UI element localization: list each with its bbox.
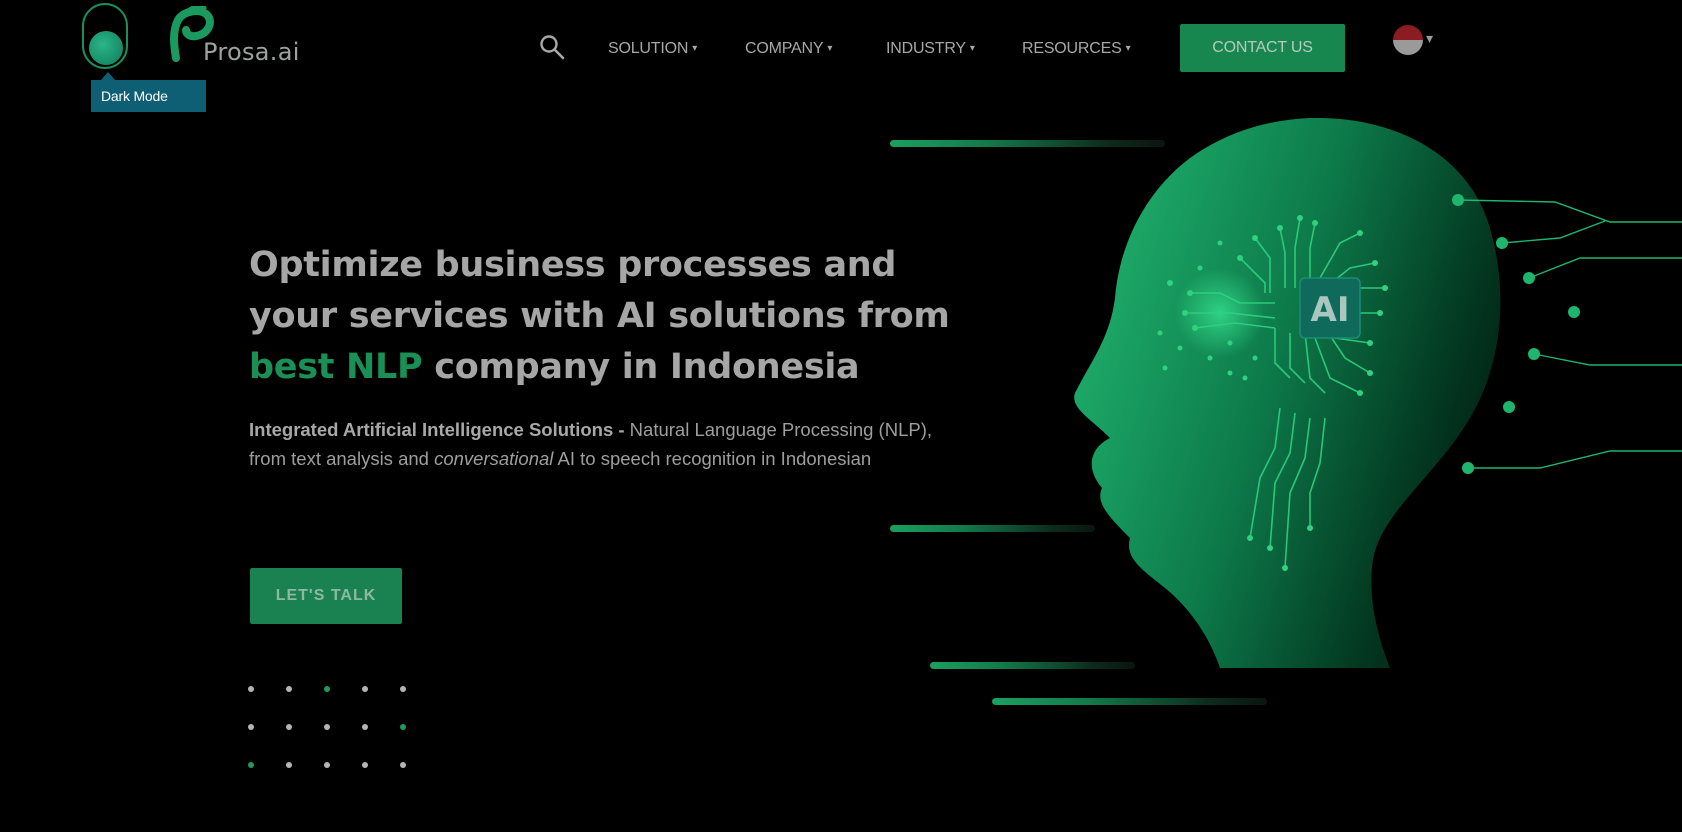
dark-mode-tooltip: Dark Mode xyxy=(91,72,206,112)
caret-down-icon: ▾ xyxy=(692,43,698,54)
caret-down-icon: ▾ xyxy=(827,43,833,54)
prosa-logo[interactable]: Prosa.ai xyxy=(168,6,308,66)
nav-label: SOLUTION xyxy=(608,40,689,57)
headline-line-1: Optimize business processes and xyxy=(249,245,897,285)
headline-line-2: your services with AI solutions from xyxy=(249,296,950,336)
nav-label: COMPANY xyxy=(745,40,824,57)
nav-label: INDUSTRY xyxy=(886,40,966,57)
description-italic: conversational xyxy=(434,448,554,469)
nav-label: RESOURCES xyxy=(1022,40,1122,57)
nav-resources[interactable]: RESOURCES ▾ xyxy=(1022,40,1131,58)
nav-company[interactable]: COMPANY ▾ xyxy=(745,40,832,58)
dark-mode-toggle[interactable] xyxy=(82,3,128,69)
hero-headline: Optimize business processes and your ser… xyxy=(249,240,969,393)
ai-chip-label: AI xyxy=(1311,290,1350,330)
search-icon[interactable] xyxy=(539,34,565,60)
contact-us-button[interactable]: CONTACT US xyxy=(1180,24,1345,72)
headline-line-3: company in Indonesia xyxy=(422,347,860,387)
toggle-knob xyxy=(89,31,123,65)
caret-down-icon: ▾ xyxy=(969,43,975,54)
logo-text: Prosa.ai xyxy=(203,38,300,66)
description-text-2: AI to speech recognition in Indonesian xyxy=(553,448,872,469)
headline-highlight: best NLP xyxy=(249,347,423,387)
ai-head-illustration: AI xyxy=(1074,118,1682,668)
indonesia-flag-icon[interactable] xyxy=(1393,25,1423,55)
hero-description: Integrated Artificial Intelligence Solut… xyxy=(249,415,939,473)
description-bold: Integrated Artificial Intelligence Solut… xyxy=(249,419,625,440)
language-caret-icon[interactable]: ▾ xyxy=(1426,30,1433,47)
decorative-dots xyxy=(248,686,418,796)
caret-down-icon: ▾ xyxy=(1125,43,1131,54)
nav-industry[interactable]: INDUSTRY ▾ xyxy=(886,40,975,58)
nav-solution[interactable]: SOLUTION ▾ xyxy=(608,40,697,58)
decorative-stripe xyxy=(890,525,1095,532)
lets-talk-button[interactable]: LET'S TALK xyxy=(250,568,402,624)
